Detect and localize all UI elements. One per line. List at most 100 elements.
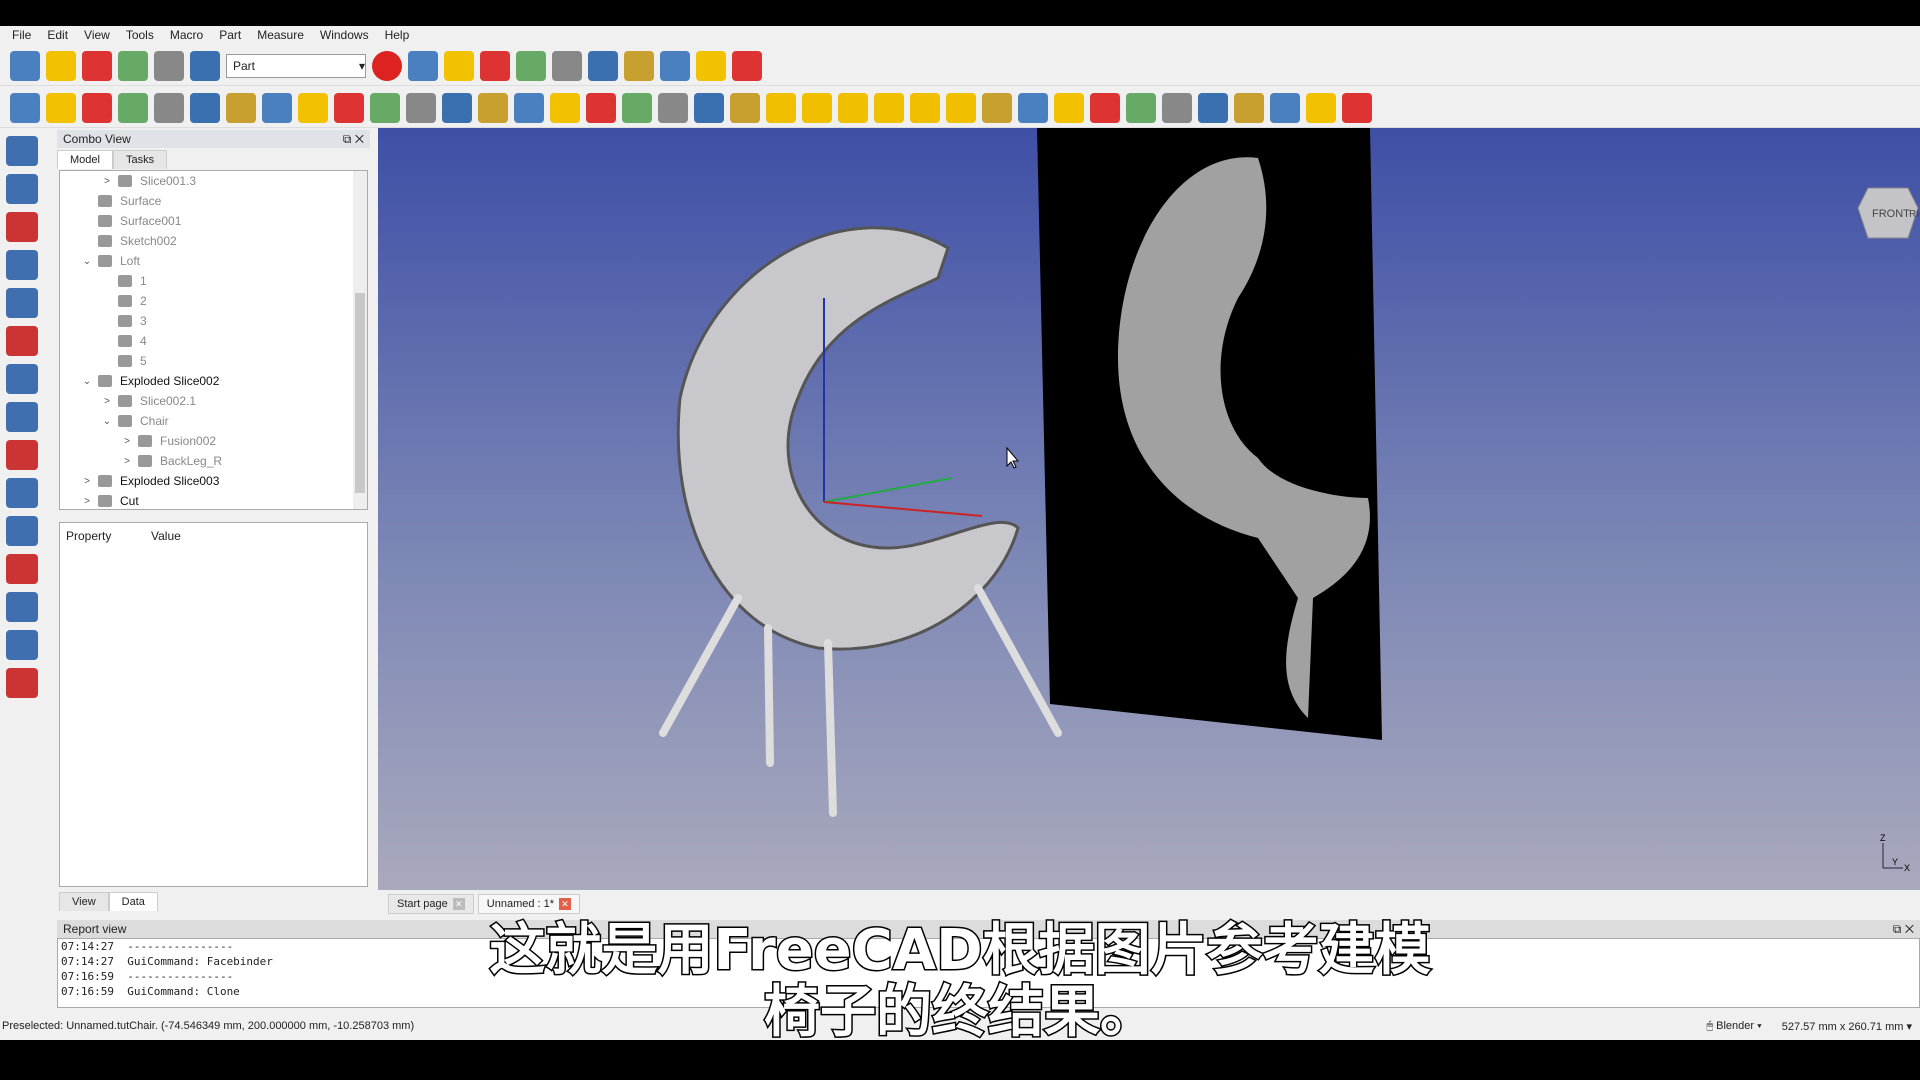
tree-item[interactable]: ⌄ Exploded Slice002	[60, 371, 367, 391]
close-icon[interactable]: ✕	[452, 898, 465, 910]
record-macro-icon[interactable]	[372, 50, 402, 81]
whats-this-icon[interactable]	[730, 92, 760, 123]
tab-tasks[interactable]: Tasks	[112, 150, 168, 169]
menu-macro[interactable]: Macro	[162, 28, 211, 42]
cone-icon[interactable]	[874, 92, 904, 123]
edit-macro-icon[interactable]	[444, 50, 474, 81]
bounding-box-icon[interactable]	[118, 92, 148, 123]
new-icon[interactable]	[10, 50, 40, 81]
front-view-icon[interactable]	[334, 92, 364, 123]
tree-item[interactable]: > Exploded Slice003	[60, 471, 367, 491]
right-view-icon[interactable]	[406, 92, 436, 123]
undo-icon[interactable]	[118, 50, 148, 81]
tree-item[interactable]: ⌄ Loft	[60, 251, 367, 271]
shape-builder-icon[interactable]	[1018, 92, 1048, 123]
left-view-icon[interactable]	[514, 92, 544, 123]
nav-cube-right[interactable]: RIGHT	[1909, 209, 1920, 220]
expand-toggle[interactable]: >	[100, 396, 114, 407]
stop-macro-icon[interactable]	[408, 50, 438, 81]
top-view-icon[interactable]	[370, 92, 400, 123]
expand-toggle[interactable]: ⌄	[80, 376, 94, 387]
tree-scrollbar[interactable]	[353, 171, 367, 509]
close-icon[interactable]: ✕	[355, 132, 364, 146]
expand-toggle[interactable]: >	[80, 496, 94, 507]
box-selection-icon[interactable]	[6, 668, 38, 698]
tab-data[interactable]: Data	[108, 892, 158, 911]
expand-toggle[interactable]: ⌄	[100, 416, 114, 427]
menu-part[interactable]: Part	[211, 28, 249, 42]
tree-item[interactable]: Surface	[60, 191, 367, 211]
expand-toggle[interactable]: >	[120, 456, 134, 467]
run-macro-icon[interactable]	[480, 50, 510, 81]
primitives-icon[interactable]	[982, 92, 1012, 123]
nav-cube-front[interactable]: FRONT	[1872, 208, 1910, 220]
tree-item[interactable]: 5	[60, 351, 367, 371]
measure-toggle-all-icon[interactable]	[660, 50, 690, 81]
box-icon[interactable]	[766, 92, 796, 123]
tab-unnamed-document[interactable]: Unnamed : 1* ✕	[477, 894, 581, 914]
measure-refresh-icon[interactable]	[588, 50, 618, 81]
expand-toggle[interactable]: ⌄	[80, 256, 94, 267]
expand-toggle[interactable]: >	[100, 176, 114, 187]
boolean-icon[interactable]	[1090, 92, 1120, 123]
link-actions-icon[interactable]	[694, 92, 724, 123]
cross-sections-icon[interactable]	[6, 516, 38, 546]
torus-icon[interactable]	[910, 92, 940, 123]
float-icon[interactable]: ⧉	[343, 132, 352, 146]
workbench-selector[interactable]: Part ▾	[226, 53, 366, 78]
navigation-cube[interactable]: FRONT RIGHT	[1857, 187, 1920, 239]
tree-item[interactable]: 3	[60, 311, 367, 331]
measure-linear-icon[interactable]	[516, 50, 546, 81]
menu-edit[interactable]: Edit	[39, 28, 76, 42]
expand-toggle[interactable]: >	[120, 436, 134, 447]
revolve-icon[interactable]	[6, 174, 38, 204]
menu-windows[interactable]: Windows	[312, 28, 377, 42]
draw-style-icon[interactable]	[82, 92, 112, 123]
tree-item[interactable]: > Fusion002	[60, 431, 367, 451]
tree-item[interactable]: 2	[60, 291, 367, 311]
tree-item[interactable]: Sketch002	[60, 231, 367, 251]
projection-icon[interactable]	[6, 630, 38, 660]
loft-icon[interactable]	[6, 402, 38, 432]
cut-icon[interactable]	[1126, 92, 1156, 123]
fillet-icon[interactable]	[6, 250, 38, 280]
measure-toggle-delta-icon[interactable]	[732, 50, 762, 81]
measure-angular-icon[interactable]	[552, 50, 582, 81]
tab-model[interactable]: Model	[57, 150, 113, 169]
menu-measure[interactable]: Measure	[249, 28, 312, 42]
zoom-icon[interactable]	[262, 92, 292, 123]
tree-item[interactable]: 4	[60, 331, 367, 351]
back-icon[interactable]	[154, 92, 184, 123]
join-icon[interactable]	[1234, 92, 1264, 123]
open-icon[interactable]	[46, 50, 76, 81]
tab-view[interactable]: View	[59, 892, 109, 911]
tab-start-page[interactable]: Start page ✕	[388, 894, 474, 914]
save-icon[interactable]	[82, 50, 112, 81]
fit-selection-icon[interactable]	[46, 92, 76, 123]
expand-toggle[interactable]: >	[80, 476, 94, 487]
tree-item[interactable]: 1	[60, 271, 367, 291]
bottom-view-icon[interactable]	[478, 92, 508, 123]
group-icon[interactable]	[622, 92, 652, 123]
split-icon[interactable]	[1270, 92, 1300, 123]
forward-icon[interactable]	[190, 92, 220, 123]
cylinder-icon[interactable]	[802, 92, 832, 123]
tree-item[interactable]: > BackLeg_R	[60, 451, 367, 471]
tube-icon[interactable]	[946, 92, 976, 123]
defeaturing-icon[interactable]	[1342, 92, 1372, 123]
measure-clear-icon[interactable]	[624, 50, 654, 81]
menu-file[interactable]: File	[4, 28, 39, 42]
tree-item[interactable]: > Slice001.3	[60, 171, 367, 191]
menu-view[interactable]: View	[76, 28, 118, 42]
measure-distance-icon[interactable]	[550, 92, 580, 123]
section-icon[interactable]	[6, 478, 38, 508]
tree-item[interactable]: > Cut	[60, 491, 367, 511]
common-icon[interactable]	[1198, 92, 1228, 123]
make-face-icon[interactable]	[6, 326, 38, 356]
fuse-icon[interactable]	[1162, 92, 1192, 123]
mirror-icon[interactable]	[6, 212, 38, 242]
refresh-icon[interactable]	[190, 50, 220, 81]
thickness-icon[interactable]	[6, 592, 38, 622]
tree-item[interactable]: ⌄ Chair	[60, 411, 367, 431]
measure-toggle-3d-icon[interactable]	[696, 50, 726, 81]
